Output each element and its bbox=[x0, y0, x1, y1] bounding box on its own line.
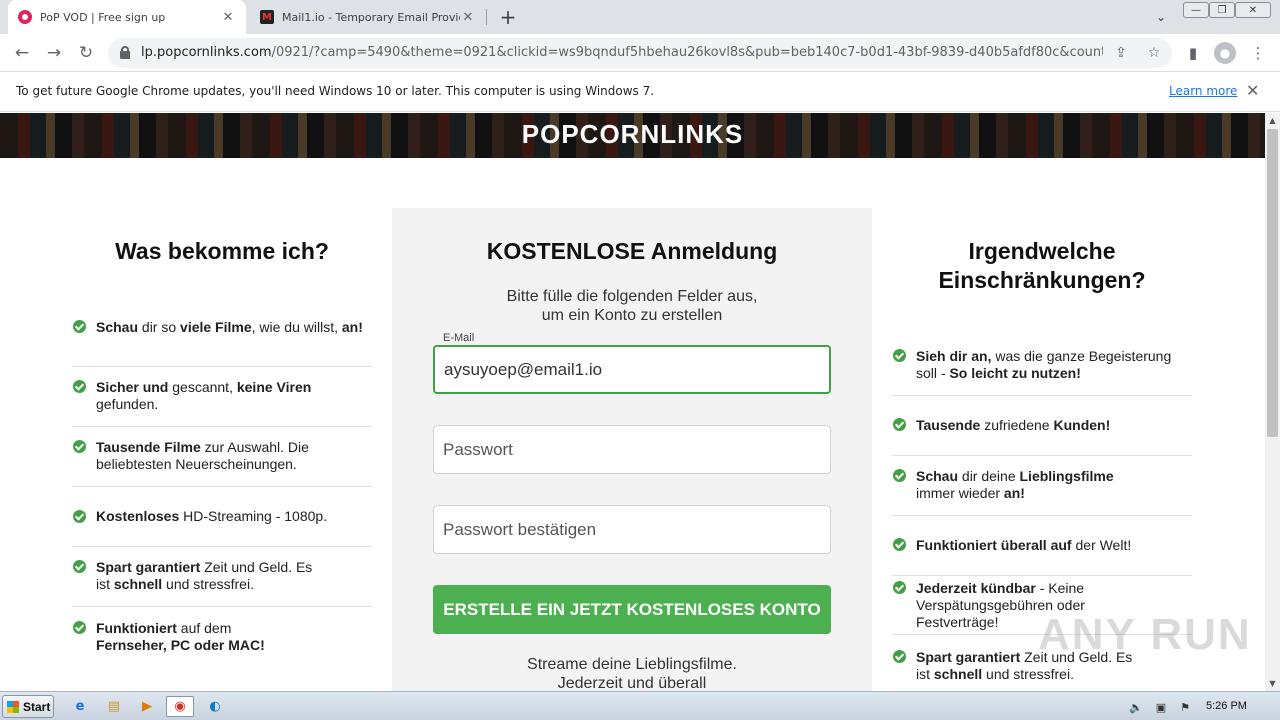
close-tab-icon[interactable]: ✕ bbox=[460, 9, 476, 25]
explorer-icon[interactable]: ▤ bbox=[100, 696, 128, 717]
url-text[interactable]: lp.popcornlinks.com/0921/?camp=5490&them… bbox=[141, 45, 1103, 60]
signup-title: KOSTENLOSE Anmeldung bbox=[486, 238, 778, 264]
side-panel-icon[interactable]: ▮ bbox=[1182, 42, 1204, 64]
check-icon bbox=[73, 621, 86, 634]
close-tab-icon[interactable]: ✕ bbox=[220, 9, 236, 25]
check-icon bbox=[73, 320, 86, 333]
window-close-button[interactable]: ✕ bbox=[1235, 2, 1271, 18]
left-column-title: Was bekomme ich? bbox=[115, 238, 329, 264]
anyrun-watermark: ANY RUN bbox=[1038, 610, 1252, 659]
media-player-icon[interactable]: ▶ bbox=[133, 696, 161, 717]
browser-toolbar: ← → ↻ lp.popcornlinks.com/0921/?camp=549… bbox=[0, 34, 1280, 72]
feature-item: Funktioniert auf dem Fernseher, PC oder … bbox=[96, 620, 265, 653]
divider bbox=[72, 426, 372, 427]
volume-icon[interactable]: 🔈 bbox=[1128, 699, 1144, 715]
ie-icon[interactable]: e bbox=[66, 696, 94, 717]
profile-avatar-icon[interactable]: ● bbox=[1214, 42, 1236, 64]
divider bbox=[892, 575, 1192, 576]
page-viewport: POPCORNLINKS Was bekomme ich? Schau dir … bbox=[0, 113, 1265, 691]
feature-item: Tausende zufriedene Kunden! bbox=[916, 417, 1111, 433]
tab-separator bbox=[486, 9, 487, 25]
check-icon bbox=[893, 581, 906, 594]
edge-icon[interactable]: ◐ bbox=[201, 696, 229, 717]
signup-subtitle: Bitte fülle die folgenden Felder aus, um… bbox=[506, 288, 758, 324]
check-icon bbox=[893, 418, 906, 431]
scrollbar-thumb[interactable] bbox=[1267, 129, 1278, 437]
signup-tagline: Streame deine Lieblingsfilme. Jederzeit … bbox=[527, 656, 737, 691]
popcornlinks-logo: POPCORNLINKS bbox=[521, 119, 744, 149]
back-button[interactable]: ← bbox=[10, 41, 34, 65]
tab-title: PoP VOD | Free sign up bbox=[40, 10, 166, 24]
action-center-flag-icon[interactable]: ⚑ bbox=[1177, 699, 1193, 715]
feature-item: Schau dir deine Lieblingsfilme immer wie… bbox=[916, 468, 1114, 501]
reload-button[interactable]: ↻ bbox=[74, 41, 98, 65]
feature-item: Kostenloses HD-Streaming - 1080p. bbox=[96, 508, 328, 524]
check-icon bbox=[893, 538, 906, 551]
popcornlinks-icon bbox=[18, 10, 32, 24]
lock-icon[interactable] bbox=[120, 46, 130, 59]
new-tab-button[interactable]: + bbox=[496, 5, 520, 29]
infobar-close-icon[interactable]: ✕ bbox=[1246, 81, 1259, 100]
tab-popvod[interactable]: PoP VOD | Free sign up ✕ bbox=[8, 0, 246, 34]
url-path: /0921/?camp=5490&theme=0921&clickid=ws9b… bbox=[271, 45, 1103, 60]
network-icon[interactable]: ▣ bbox=[1153, 699, 1169, 715]
divider bbox=[72, 366, 372, 367]
mail1-icon: M bbox=[260, 10, 274, 24]
share-icon[interactable]: ⇪ bbox=[1111, 43, 1131, 63]
feature-item: Funktioniert überall auf der Welt! bbox=[916, 537, 1132, 553]
tab-title: Mail1.io - Temporary Email Provider bbox=[282, 10, 460, 24]
check-icon bbox=[73, 440, 86, 453]
create-account-button[interactable]: ERSTELLE EIN JETZT KOSTENLOSES KONTO bbox=[433, 585, 831, 634]
divider bbox=[72, 606, 372, 607]
maximize-button[interactable]: ❐ bbox=[1209, 2, 1235, 18]
address-bar[interactable]: lp.popcornlinks.com/0921/?camp=5490&them… bbox=[108, 38, 1172, 68]
right-column-title: Irgendwelche Einschränkungen? bbox=[938, 238, 1146, 293]
minimize-button[interactable]: — bbox=[1183, 2, 1209, 18]
feature-item: Sieh dir an, was die ganze Begeisterung … bbox=[916, 348, 1172, 381]
forward-button[interactable]: → bbox=[42, 41, 66, 65]
tab-mail1[interactable]: M Mail1.io - Temporary Email Provider ✕ bbox=[250, 0, 486, 34]
chrome-menu-icon[interactable]: ⋮ bbox=[1247, 42, 1269, 64]
divider bbox=[892, 515, 1192, 516]
start-label: Start bbox=[23, 699, 51, 714]
windows-taskbar: Start e ▤ ▶ ◉ ◐ 🔈 ▣ ⚑ 5:26 PM bbox=[0, 691, 1280, 720]
feature-item: Spart garantiert Zeit und Geld. Es ist s… bbox=[96, 559, 313, 592]
start-button[interactable]: Start bbox=[2, 695, 54, 718]
email-label: E-Mail bbox=[443, 332, 475, 344]
update-infobar: To get future Google Chrome updates, you… bbox=[0, 72, 1280, 112]
url-host: lp.popcornlinks.com bbox=[141, 45, 272, 60]
taskbar-clock[interactable]: 5:26 PM bbox=[1206, 700, 1247, 712]
feature-item: Sicher und gescannt, keine Viren gefunde… bbox=[96, 379, 312, 412]
divider bbox=[72, 546, 372, 547]
divider bbox=[892, 395, 1192, 396]
scroll-up-arrow-icon[interactable]: ▲ bbox=[1265, 113, 1280, 128]
scroll-down-arrow-icon[interactable]: ▼ bbox=[1265, 676, 1280, 691]
infobar-message: To get future Google Chrome updates, you… bbox=[16, 84, 655, 98]
check-icon bbox=[73, 380, 86, 393]
check-icon bbox=[893, 349, 906, 362]
check-icon bbox=[893, 469, 906, 482]
password-field[interactable] bbox=[433, 425, 831, 474]
tab-strip: PoP VOD | Free sign up ✕ M Mail1.io - Te… bbox=[0, 0, 1280, 34]
page-scrollbar[interactable]: ▲ ▼ bbox=[1265, 113, 1280, 691]
check-icon bbox=[73, 510, 86, 523]
divider bbox=[72, 486, 372, 487]
feature-item: Tausende Filme zur Auswahl. Die beliebte… bbox=[96, 439, 309, 472]
email-field[interactable] bbox=[433, 345, 831, 394]
feature-item: Schau dir so viele Filme, wie du willst,… bbox=[96, 319, 363, 335]
divider bbox=[892, 455, 1192, 456]
chrome-icon[interactable]: ◉ bbox=[166, 696, 194, 717]
bookmark-star-icon[interactable]: ☆ bbox=[1144, 43, 1164, 63]
learn-more-link[interactable]: Learn more bbox=[1169, 84, 1237, 98]
check-icon bbox=[893, 650, 906, 663]
confirm-password-field[interactable] bbox=[433, 505, 831, 554]
signup-panel: KOSTENLOSE Anmeldung Bitte fülle die fol… bbox=[392, 208, 872, 691]
check-icon bbox=[73, 560, 86, 573]
tab-search-icon[interactable]: ⌄ bbox=[1150, 7, 1172, 27]
windows-logo-icon bbox=[7, 700, 19, 713]
